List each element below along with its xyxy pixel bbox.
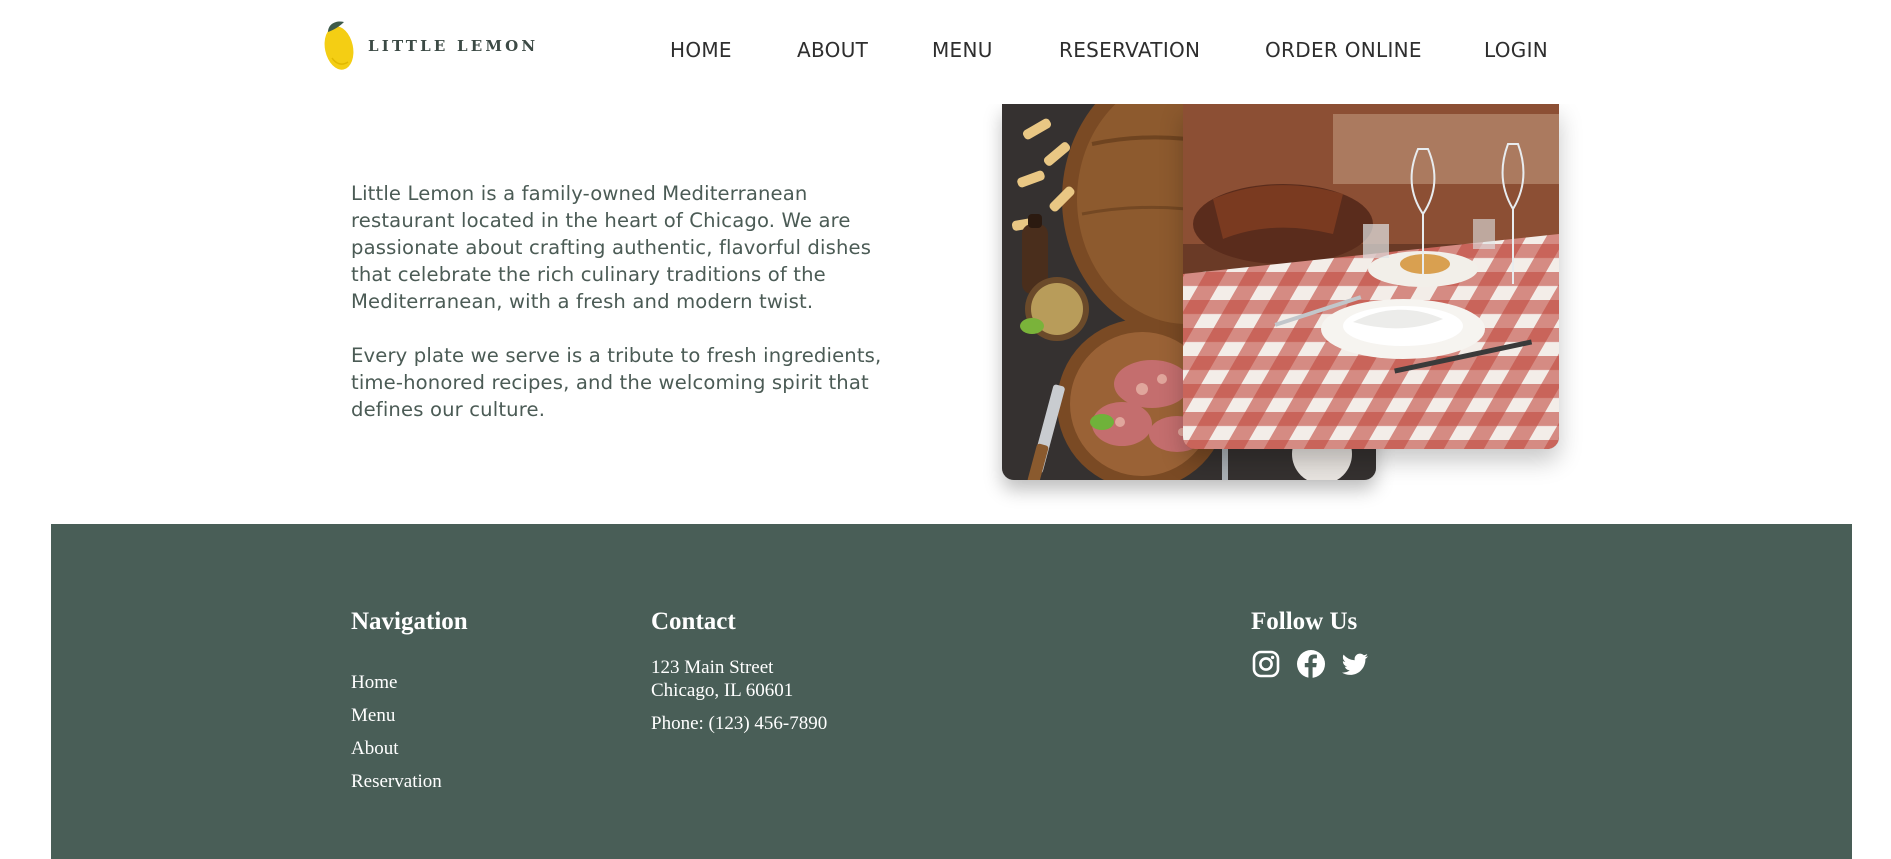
footer-link-menu[interactable]: Menu bbox=[351, 705, 395, 727]
footer-navigation-heading: Navigation bbox=[351, 608, 468, 635]
about-paragraph-2: Every plate we serve is a tribute to fre… bbox=[351, 344, 882, 421]
restaurant-table-photo bbox=[1183, 104, 1559, 449]
footer-link-about[interactable]: About bbox=[351, 738, 399, 760]
about-paragraph-1: Little Lemon is a family-owned Mediterra… bbox=[351, 182, 872, 313]
twitter-icon bbox=[1341, 653, 1368, 675]
instagram-icon bbox=[1252, 650, 1280, 678]
main-nav: HOME ABOUT MENU RESERVATION ORDER ONLINE… bbox=[0, 38, 1891, 68]
nav-home[interactable]: HOME bbox=[670, 38, 732, 62]
facebook-icon bbox=[1297, 650, 1325, 678]
contact-address-line2: Chicago, IL 60601 bbox=[651, 680, 794, 701]
nav-reservation[interactable]: RESERVATION bbox=[1059, 38, 1200, 62]
nav-login[interactable]: LOGIN bbox=[1484, 38, 1548, 62]
facebook-link[interactable] bbox=[1296, 649, 1326, 683]
instagram-link[interactable] bbox=[1251, 649, 1281, 683]
footer-link-reservation[interactable]: Reservation bbox=[351, 771, 442, 793]
contact-phone: Phone: (123) 456-7890 bbox=[651, 713, 828, 734]
nav-menu[interactable]: MENU bbox=[932, 38, 993, 62]
footer-follow-heading: Follow Us bbox=[1251, 608, 1358, 635]
site-header: LITTLE LEMON HOME ABOUT MENU RESERVATION… bbox=[0, 0, 1891, 104]
nav-order-online[interactable]: ORDER ONLINE bbox=[1265, 38, 1422, 62]
twitter-link[interactable] bbox=[1340, 649, 1370, 683]
footer-link-home[interactable]: Home bbox=[351, 672, 397, 694]
footer-contact-heading: Contact bbox=[651, 608, 736, 635]
site-footer: Navigation Home Menu About Reservation C… bbox=[51, 524, 1852, 859]
contact-address-line1: 123 Main Street bbox=[651, 657, 774, 678]
about-description: Little Lemon is a family-owned Mediterra… bbox=[351, 180, 911, 423]
restaurant-table-image bbox=[1183, 104, 1559, 449]
nav-about[interactable]: ABOUT bbox=[797, 38, 868, 62]
